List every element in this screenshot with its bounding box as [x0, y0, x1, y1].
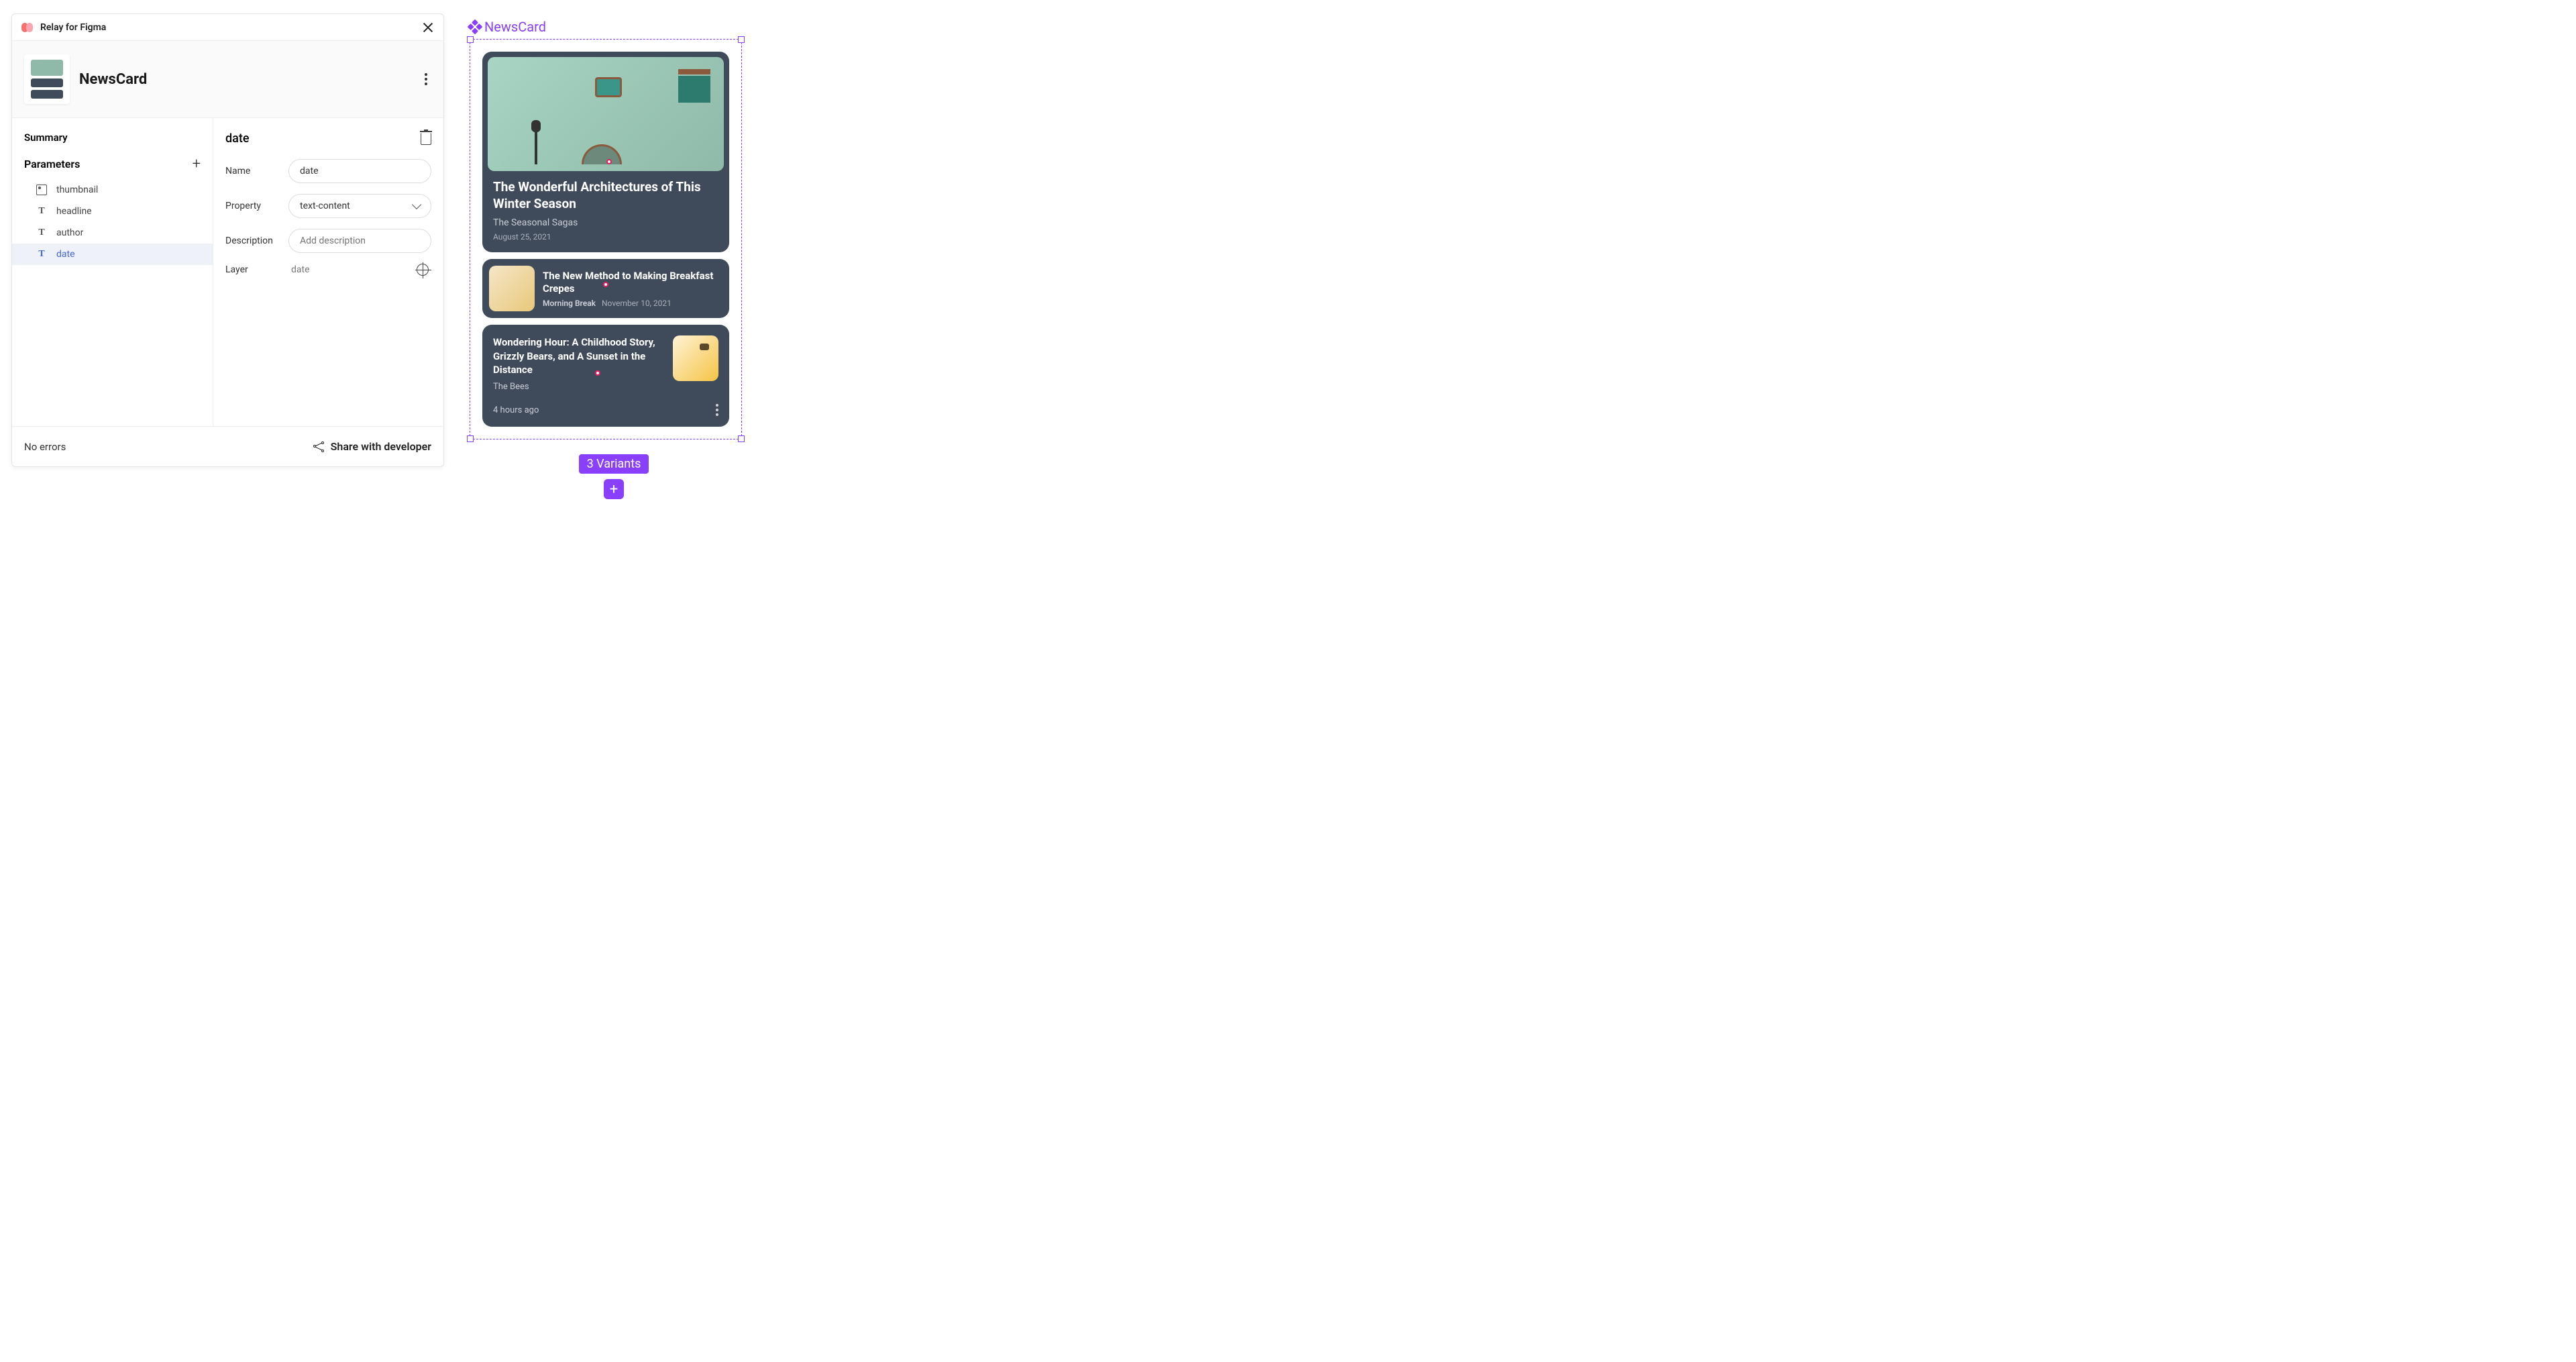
text-icon: T: [36, 227, 47, 238]
plugin-title-wrap: Relay for Figma: [21, 22, 106, 33]
property-label: Property: [225, 201, 288, 211]
author-text: The Bees: [493, 382, 665, 392]
figma-canvas: NewsCard The Wonderful Architectures of …: [470, 19, 758, 499]
share-icon: [313, 441, 324, 452]
text-icon: T: [36, 206, 47, 217]
component-name: NewsCard: [79, 71, 425, 88]
panel-header: Relay for Figma: [12, 14, 443, 41]
status-text: No errors: [24, 441, 66, 453]
detail-title: date: [225, 132, 249, 146]
component-frame[interactable]: The Wonderful Architectures of This Wint…: [470, 39, 742, 439]
resize-handle-br[interactable]: [738, 435, 745, 442]
relay-panel: Relay for Figma NewsCard Summary Paramet…: [11, 13, 444, 467]
param-date[interactable]: T date: [12, 244, 213, 265]
component-set-icon: [468, 19, 483, 35]
summary-tab[interactable]: Summary: [12, 132, 213, 156]
param-label: thumbnail: [56, 185, 98, 195]
author-text: The Seasonal Sagas: [493, 217, 718, 228]
image-icon: [36, 185, 47, 195]
layer-value: date: [291, 264, 310, 275]
component-header: NewsCard: [12, 41, 443, 118]
layer-label: Layer: [225, 264, 288, 275]
relay-logo-icon: [21, 23, 35, 32]
param-label: date: [56, 249, 75, 260]
param-label: headline: [56, 206, 92, 217]
newscard-row-variant[interactable]: The New Method to Making Breakfast Crepe…: [482, 259, 729, 318]
text-icon: T: [36, 249, 47, 260]
plugin-name: Relay for Figma: [40, 22, 106, 33]
share-button[interactable]: Share with developer: [313, 440, 431, 453]
date-text: August 25, 2021: [493, 232, 718, 242]
newscard-hero-variant[interactable]: The Wonderful Architectures of This Wint…: [482, 52, 729, 252]
property-select[interactable]: text-content: [288, 194, 431, 218]
close-icon[interactable]: [422, 21, 434, 34]
date-text: November 10, 2021: [602, 299, 672, 308]
description-label: Description: [225, 235, 288, 246]
param-headline[interactable]: T headline: [12, 201, 213, 222]
vert-thumbnail: [673, 335, 718, 381]
add-variant-button[interactable]: +: [604, 479, 624, 499]
name-label: Name: [225, 166, 288, 176]
param-author[interactable]: T author: [12, 222, 213, 244]
chevron-down-icon: [412, 200, 421, 209]
author-text: Morning Break: [543, 299, 596, 308]
param-thumbnail[interactable]: thumbnail: [12, 179, 213, 201]
overflow-menu-icon[interactable]: [425, 73, 427, 85]
share-label: Share with developer: [331, 440, 431, 453]
headline-text: The New Method to Making Breakfast Crepe…: [543, 270, 722, 296]
frame-label[interactable]: NewsCard: [470, 19, 758, 35]
detail-pane: date Name Property text-content Descript…: [213, 118, 443, 426]
variants-badge: 3 Variants: [579, 454, 649, 474]
description-input[interactable]: [288, 229, 431, 253]
parameters-heading: Parameters: [24, 158, 80, 170]
resize-handle-tl[interactable]: [467, 36, 474, 43]
param-label: author: [56, 227, 83, 238]
selection-marker-icon: [606, 159, 612, 164]
panel-footer: No errors Share with developer: [12, 426, 443, 466]
resize-handle-bl[interactable]: [467, 435, 474, 442]
row-thumbnail: [489, 266, 535, 311]
add-parameter-button[interactable]: +: [193, 156, 201, 172]
headline-text: The Wonderful Architectures of This Wint…: [493, 179, 718, 212]
headline-text: Wondering Hour: A Childhood Story, Grizz…: [493, 335, 665, 376]
hero-thumbnail: [488, 57, 724, 171]
resize-handle-tr[interactable]: [738, 36, 745, 43]
date-text: 4 hours ago: [493, 405, 539, 415]
component-thumbnail: [24, 54, 70, 104]
property-value: text-content: [300, 201, 350, 211]
name-input[interactable]: [288, 159, 431, 183]
locate-layer-icon[interactable]: [417, 264, 429, 276]
card-overflow-icon[interactable]: [716, 404, 718, 416]
sidebar: Summary Parameters + thumbnail T headlin…: [12, 118, 213, 426]
newscard-vertical-variant[interactable]: Wondering Hour: A Childhood Story, Grizz…: [482, 325, 729, 427]
delete-icon[interactable]: [421, 133, 431, 145]
